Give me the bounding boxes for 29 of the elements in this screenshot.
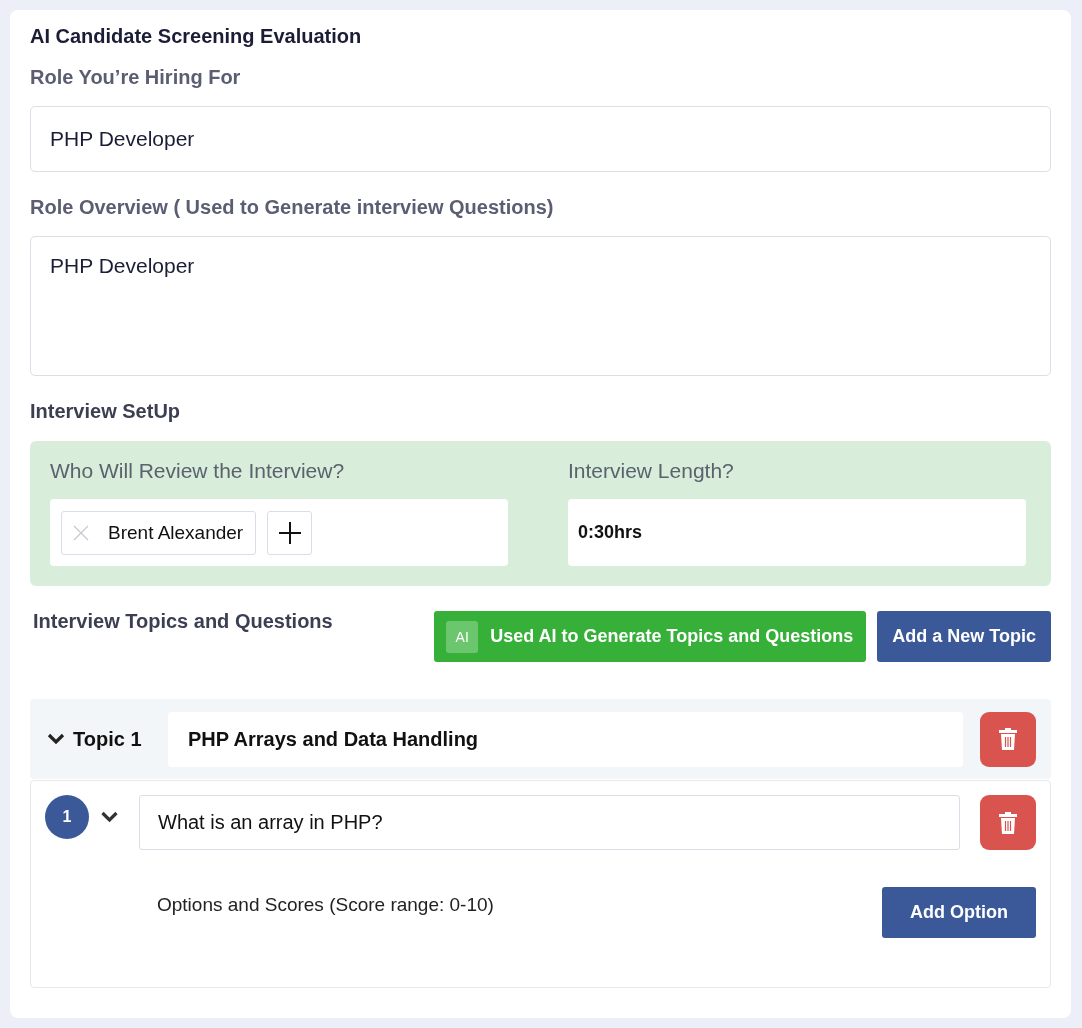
delete-button[interactable] <box>980 711 1036 767</box>
overview-textarea[interactable]: PHP Developer <box>30 236 1051 376</box>
section-heading: Interview Topics and Questions <box>32 609 334 634</box>
reviewer-chip[interactable]: Brent Alexander <box>61 510 257 555</box>
reviewers-label: Who Will Review the Interview? <box>50 458 345 484</box>
options-label: Options and Scores (Score range: 0-10) <box>157 894 494 916</box>
topic-title-input[interactable]: PHP Arrays and Data Handling <box>168 711 963 767</box>
question-input[interactable]: What is an array in PHP? <box>139 795 960 850</box>
question-number-badge: 1 <box>45 795 89 839</box>
plus-icon <box>278 521 301 544</box>
field-label: Role You’re Hiring For <box>30 65 241 90</box>
length-input[interactable]: 0:30hrs <box>568 499 1026 566</box>
chevron-down-icon[interactable] <box>100 811 119 823</box>
topic-label: Topic 1 <box>73 727 143 751</box>
trash-icon <box>998 727 1018 751</box>
field-label: Role Overview ( Used to Generate interview Questions) <box>30 195 554 220</box>
ai-badge: AI <box>446 620 479 653</box>
trash-icon <box>998 810 1018 835</box>
page-title: AI Candidate Screening Evaluation <box>30 24 362 49</box>
reviewer-name: Brent Alexander <box>108 521 244 544</box>
add-topic-button[interactable]: Add a New Topic <box>877 611 1051 662</box>
delete-button[interactable] <box>980 795 1036 850</box>
reviewers-field[interactable]: Brent Alexander <box>50 499 508 566</box>
add-option-button[interactable]: Add Option <box>882 887 1036 938</box>
role-input[interactable]: PHP Developer <box>30 106 1051 172</box>
section-heading: Interview SetUp <box>30 399 181 424</box>
chevron-down-icon[interactable] <box>47 733 65 745</box>
add-reviewer-button[interactable] <box>267 510 313 555</box>
length-label: Interview Length? <box>568 458 734 484</box>
